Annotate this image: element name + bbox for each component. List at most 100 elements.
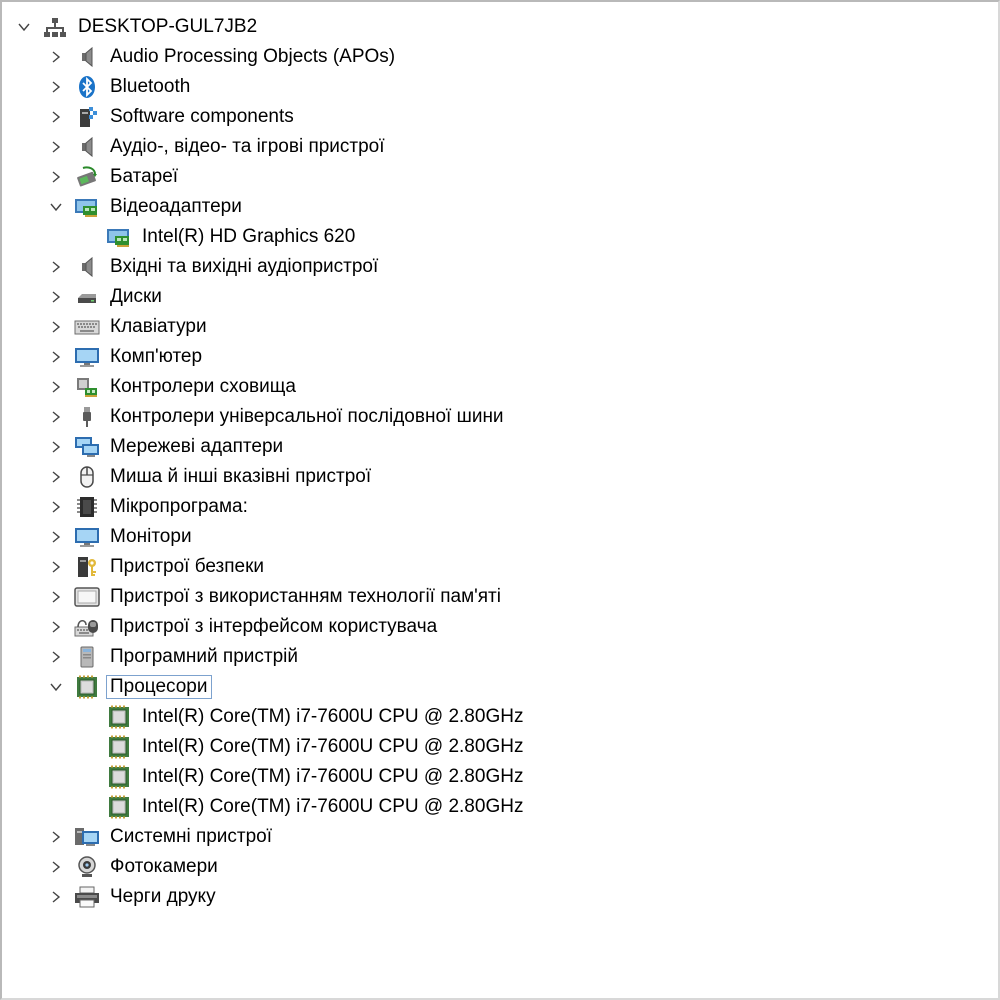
tree-category-item[interactable]: Мережеві адаптери [2,432,998,462]
chevron-right-icon[interactable] [46,342,66,372]
tree-category-item[interactable]: Audio Processing Objects (APOs) [2,42,998,72]
storage-controller-icon [74,374,100,400]
tree-category-item[interactable]: Монітори [2,522,998,552]
tree-category-item[interactable]: Миша й інші вказівні пристрої [2,462,998,492]
tree-item-label: Клавіатури [110,316,207,337]
speaker-icon [74,254,100,280]
memory-device-icon [74,584,100,610]
tree-category-item[interactable]: Пристрої з інтерфейсом користувача [2,612,998,642]
tree-category-item[interactable]: Software components [2,102,998,132]
tree-category-item[interactable]: Програмний пристрій [2,642,998,672]
tree-category-item[interactable]: Пристрої безпеки [2,552,998,582]
tree-item-label: Системні пристрої [110,826,273,847]
processor-icon [106,764,132,790]
tree-device-item[interactable]: Intel(R) Core(TM) i7-7600U CPU @ 2.80GHz [2,732,998,762]
device-manager-tree-panel: DESKTOP-GUL7JB2 Audio Processing Objects … [0,0,1000,1000]
tree-category-item[interactable]: Bluetooth [2,72,998,102]
chevron-right-icon[interactable] [46,552,66,582]
hid-icon [74,614,100,640]
chevron-right-icon[interactable] [46,282,66,312]
printer-icon [74,884,100,910]
speaker-icon [74,44,100,70]
processor-icon [106,734,132,760]
tree-item-label: Intel(R) Core(TM) i7-7600U CPU @ 2.80GHz [142,706,524,727]
tree-device-item[interactable]: Intel(R) Core(TM) i7-7600U CPU @ 2.80GHz [2,702,998,732]
tree-category-item[interactable]: Диски [2,282,998,312]
chevron-right-icon[interactable] [46,372,66,402]
tree-category-item[interactable]: Вхідні та вихідні аудіопристрої [2,252,998,282]
processor-icon [74,674,100,700]
mouse-icon [74,464,100,490]
tree-category-item[interactable]: Батареї [2,162,998,192]
chevron-right-icon[interactable] [46,312,66,342]
chevron-down-icon[interactable] [46,192,66,222]
chevron-right-icon[interactable] [46,852,66,882]
chevron-down-icon[interactable] [46,672,66,702]
tree-item-label: Монітори [110,526,192,547]
chevron-right-icon[interactable] [46,882,66,912]
tree-item-label: Відеоадаптери [110,196,242,217]
tree-item-label: DESKTOP-GUL7JB2 [78,16,258,37]
computer-network-icon [42,14,68,40]
tree-category-item[interactable]: Відеоадаптери [2,192,998,222]
chevron-right-icon[interactable] [46,162,66,192]
tree-item-label: Контролери сховища [110,376,296,397]
tree-item-label: Комп'ютер [110,346,203,367]
processor-icon [106,704,132,730]
tree-item-label: Мережеві адаптери [110,436,284,457]
network-adapter-icon [74,434,100,460]
chevron-right-icon[interactable] [46,252,66,282]
tree-item-label: Контролери універсальної послідовної шин… [110,406,504,427]
keyboard-icon [74,314,100,340]
tree-category-item[interactable]: Контролери універсальної послідовної шин… [2,402,998,432]
bluetooth-icon [74,74,100,100]
usb-icon [74,404,100,430]
tree-category-item[interactable]: Аудіо-, відео- та ігрові пристрої [2,132,998,162]
tree-item-label: Intel(R) HD Graphics 620 [142,226,356,247]
tree-item-label: Intel(R) Core(TM) i7-7600U CPU @ 2.80GHz [142,736,524,757]
tree-item-label: Диски [110,286,162,307]
chevron-right-icon[interactable] [46,102,66,132]
tree-item-label: Software components [110,106,294,127]
chevron-right-icon[interactable] [46,492,66,522]
tree-item-label: Батареї [110,166,179,187]
chevron-right-icon[interactable] [46,132,66,162]
tree-category-item[interactable]: Пристрої з використанням технології пам'… [2,582,998,612]
tree-item-label: Черги друку [110,886,216,907]
tree-item-label: Пристрої безпеки [110,556,265,577]
tree-category-item[interactable]: Контролери сховища [2,372,998,402]
tree-root-item[interactable]: DESKTOP-GUL7JB2 [2,12,998,42]
chevron-right-icon[interactable] [46,42,66,72]
tree-item-label: Миша й інші вказівні пристрої [110,466,372,487]
chevron-right-icon[interactable] [46,462,66,492]
tree-category-item[interactable]: Клавіатури [2,312,998,342]
chevron-right-icon[interactable] [46,612,66,642]
camera-icon [74,854,100,880]
tree-category-item[interactable]: Черги друку [2,882,998,912]
tree-item-label: Bluetooth [110,76,191,97]
tree-device-item[interactable]: Intel(R) HD Graphics 620 [2,222,998,252]
tree-category-item[interactable]: Мікропрограма: [2,492,998,522]
chevron-right-icon[interactable] [46,582,66,612]
tree-category-item[interactable]: Процесори [2,672,998,702]
chevron-right-icon[interactable] [46,402,66,432]
firmware-chip-icon [74,494,100,520]
chevron-down-icon[interactable] [14,12,34,42]
display-adapter-icon [106,224,132,250]
processor-icon [106,794,132,820]
tree-device-item[interactable]: Intel(R) Core(TM) i7-7600U CPU @ 2.80GHz [2,762,998,792]
device-tree: DESKTOP-GUL7JB2 Audio Processing Objects … [2,12,998,912]
chevron-right-icon[interactable] [46,522,66,552]
chevron-right-icon[interactable] [46,72,66,102]
chevron-right-icon[interactable] [46,642,66,672]
speaker-icon [74,134,100,160]
tree-category-item[interactable]: Комп'ютер [2,342,998,372]
chevron-right-icon[interactable] [46,432,66,462]
security-key-icon [74,554,100,580]
tree-device-item[interactable]: Intel(R) Core(TM) i7-7600U CPU @ 2.80GHz [2,792,998,822]
tree-item-label: Мікропрограма: [110,496,248,517]
chevron-right-icon[interactable] [46,822,66,852]
tree-category-item[interactable]: Фотокамери [2,852,998,882]
tree-item-label: Аудіо-, відео- та ігрові пристрої [110,136,385,157]
tree-category-item[interactable]: Системні пристрої [2,822,998,852]
